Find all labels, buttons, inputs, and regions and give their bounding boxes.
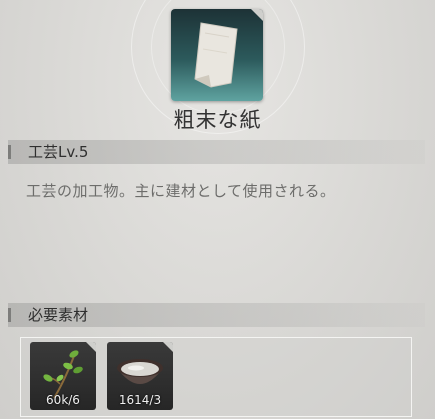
material-slot-sprout[interactable]: 60k/6: [30, 342, 96, 410]
item-icon-frame[interactable]: [171, 9, 263, 101]
materials-list: 60k/6 1614/3: [20, 337, 412, 417]
material-slot-bowl[interactable]: 1614/3: [107, 342, 173, 410]
craft-level-label: 工芸Lv.5: [28, 143, 89, 161]
material-count: 60k/6: [46, 393, 80, 407]
item-name: 粗末な紙: [173, 108, 262, 132]
craft-section-bar: 工芸Lv.5: [8, 140, 425, 164]
item-description: 工芸の加工物。主に建材として使用される。: [26, 182, 336, 200]
material-count: 1614/3: [118, 393, 162, 407]
section-marker: [8, 308, 11, 322]
section-marker: [8, 145, 11, 159]
paper-sheet-icon: [194, 22, 238, 88]
materials-section-title: 必要素材: [28, 306, 89, 324]
materials-section-bar: 必要素材: [8, 303, 425, 327]
